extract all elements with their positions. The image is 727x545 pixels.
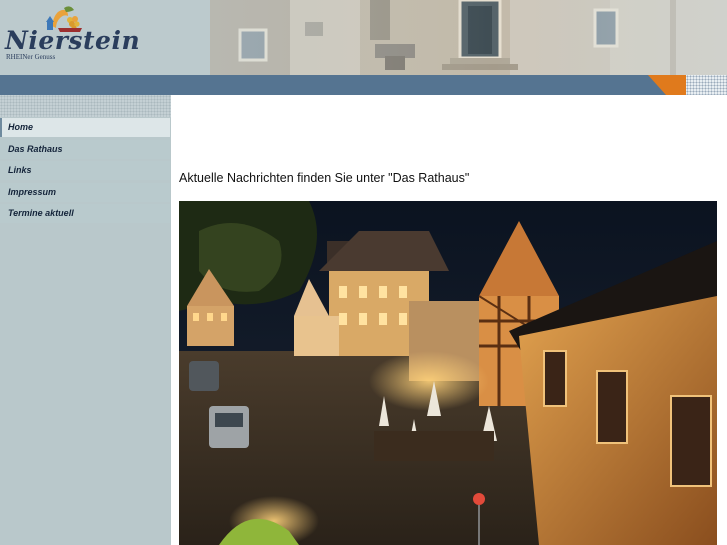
nav-item-links[interactable]: Links [0, 161, 170, 180]
nav-item-termine-aktuell[interactable]: Termine aktuell [0, 204, 170, 223]
town-square-night-photo [179, 201, 717, 545]
sidebar-dotted-pattern [0, 95, 171, 117]
main-navigation: Home Das Rathaus Links Impressum Termine… [0, 118, 170, 226]
nav-item-home[interactable]: Home [0, 118, 170, 137]
news-notice: Aktuelle Nachrichten finden Sie unter "D… [179, 171, 470, 185]
logo-subtitle: RHEINer Genuss [6, 53, 56, 61]
site-header: Nierstein RHEINer Genuss [0, 0, 727, 75]
dotted-pattern [686, 75, 727, 95]
header-building-photo [210, 0, 727, 75]
header-divider-bar [0, 75, 727, 95]
orange-accent-shape [648, 75, 686, 95]
nav-item-das-rathaus[interactable]: Das Rathaus [0, 139, 170, 159]
nav-item-impressum[interactable]: Impressum [0, 182, 170, 202]
logo-title: Nierstein [5, 26, 141, 55]
site-logo[interactable]: Nierstein RHEINer Genuss [0, 0, 210, 75]
